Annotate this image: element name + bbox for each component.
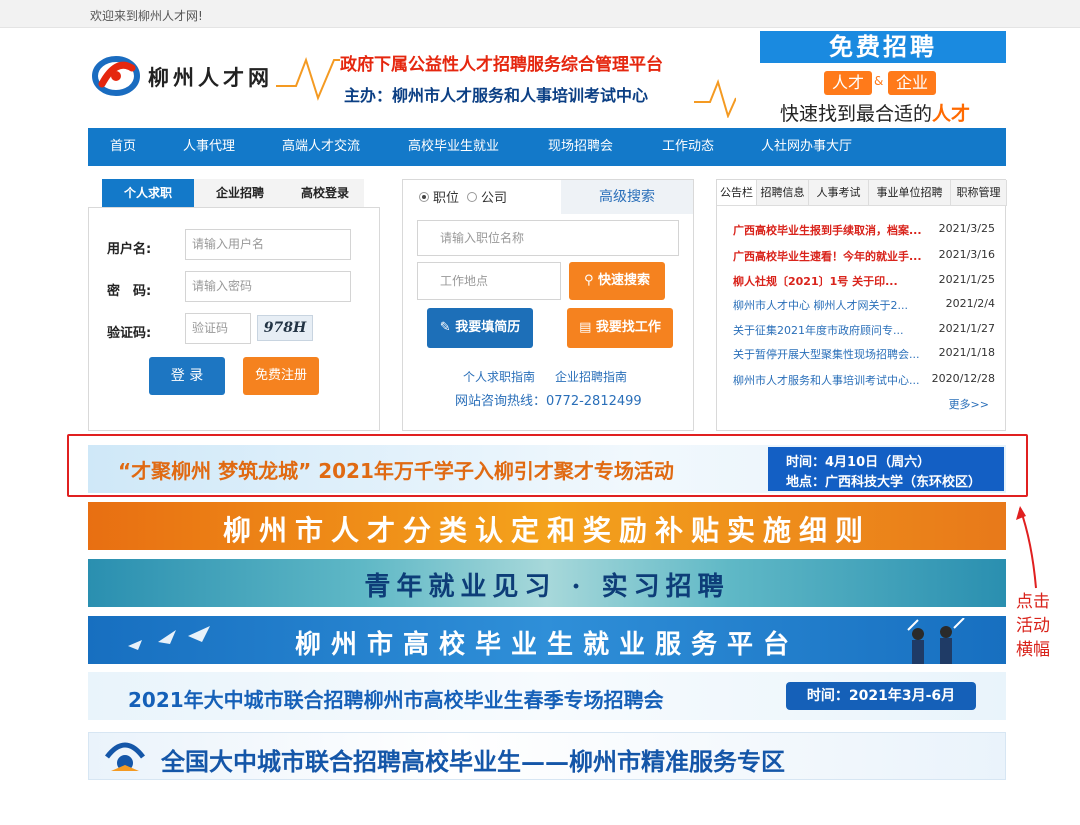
annotation-arrow-icon: [1016, 506, 1037, 589]
banner-talent-subsidy[interactable]: 柳州市人才分类认定和奖励补贴实施细则: [88, 502, 1006, 550]
tab-personal[interactable]: 个人求职: [102, 179, 194, 207]
radio-job[interactable]: [419, 192, 429, 202]
captcha-input[interactable]: 验证码: [185, 313, 251, 344]
nav-item-hr-agency[interactable]: 人事代理: [183, 128, 235, 166]
more-link[interactable]: 更多>>: [949, 396, 989, 412]
banner-activity-info: 时间：4月10日（周六） 地点：广西科技大学（东环校区）: [768, 447, 1004, 491]
site-logo[interactable]: 柳州人才网: [92, 52, 282, 102]
document-icon: ▤: [579, 320, 592, 335]
free-hiring-promo[interactable]: 免费招聘 人才 & 企业 快速找到最合适的人才: [760, 31, 1006, 127]
banner-spring-job-fair[interactable]: 2021年大中城市联合招聘柳州市高校毕业生春季专场招聘会 时间：2021年3月-…: [88, 672, 1006, 720]
nav-item-home[interactable]: 首页: [110, 128, 136, 166]
promo-company-pill: 企业: [888, 71, 937, 95]
hotline-text: 网站咨询热线：0772-2812499: [455, 394, 642, 409]
personal-guide-link[interactable]: 个人求职指南: [463, 368, 535, 385]
promo-tagline: 快速找到最合适的人才: [780, 103, 971, 125]
tab-job-info[interactable]: 招聘信息: [757, 180, 809, 206]
promo-amp: &: [874, 74, 884, 88]
location-input[interactable]: 工作地点: [417, 262, 561, 300]
list-item[interactable]: 柳州市人才中心 柳州人才网关于2... 2021/2/4: [733, 297, 995, 313]
login-panel: 个人求职 企业招聘 高校登录 用户名: 请输入用户名 密 码: 请输入密码 验证…: [88, 179, 380, 431]
tab-title-management[interactable]: 职称管理: [951, 180, 1007, 206]
slogan-main: 政府下属公益性人才招聘服务综合管理平台: [340, 55, 663, 75]
banner-activity[interactable]: “才聚柳州 梦筑龙城” 2021年万千学子入柳引才聚才专场活动 时间：4月10日…: [88, 445, 1006, 493]
tab-notice[interactable]: 公告栏: [717, 180, 757, 206]
top-bar: 欢迎来到柳州人才网!: [0, 0, 1080, 28]
find-job-button[interactable]: ▤ 我要找工作: [567, 308, 673, 348]
nav-item-talent-exchange[interactable]: 高端人才交流: [282, 128, 360, 166]
password-input[interactable]: 请输入密码: [185, 271, 351, 302]
nav-item-graduate-employment[interactable]: 高校毕业生就业: [408, 128, 499, 166]
list-item[interactable]: 广西高校毕业生速看！今年的就业手... 2021/3/16: [733, 248, 995, 264]
banner-precision-service[interactable]: 全国大中城市联合招聘高校毕业生——柳州市精准服务专区: [88, 732, 1006, 780]
annotation-text: 点击活动横幅: [1016, 592, 1050, 660]
tab-university[interactable]: 高校登录: [286, 179, 364, 207]
tab-hr-exam[interactable]: 人事考试: [809, 180, 869, 206]
fill-resume-button[interactable]: ✎ 我要填简历: [427, 308, 533, 348]
list-item[interactable]: 广西高校毕业生报到手续取消，档案... 2021/3/25: [733, 222, 995, 238]
job-search-panel: 职位 公司 高级搜索 请输入职位名称 工作地点 ⚲ 快速搜索 ✎ 我要填简历 ▤…: [402, 179, 694, 431]
username-label: 用户名:: [107, 242, 152, 257]
list-item[interactable]: 柳州市人才服务和人事培训考试中心... 2020/12/28: [733, 372, 995, 388]
username-input[interactable]: 请输入用户名: [185, 229, 351, 260]
nav-item-news[interactable]: 工作动态: [662, 128, 714, 166]
nav-item-job-fair[interactable]: 现场招聘会: [548, 128, 613, 166]
pencil-icon: ✎: [439, 320, 451, 335]
welcome-text: 欢迎来到柳州人才网!: [90, 9, 203, 23]
captcha-label: 验证码:: [107, 326, 152, 341]
company-guide-link[interactable]: 企业招聘指南: [555, 368, 627, 385]
slogan-host: 主办：柳州市人才服务和人事培训考试中心: [344, 86, 649, 105]
advanced-search-link[interactable]: 高级搜索: [561, 180, 693, 214]
promo-title: 免费招聘: [760, 31, 1006, 63]
logo-mark-icon: [92, 56, 140, 96]
tab-public-institution[interactable]: 事业单位招聘: [869, 180, 951, 206]
radio-company-label: 公司: [481, 191, 508, 206]
notice-board: 公告栏 招聘信息 人事考试 事业单位招聘 职称管理 广西高校毕业生报到手续取消，…: [716, 179, 1007, 431]
main-nav: 首页 人事代理 高端人才交流 高校毕业生就业 现场招聘会 工作动态 人社网办事大…: [88, 128, 1006, 166]
banner-youth-internship[interactable]: 青年就业见习 · 实习招聘: [88, 559, 1006, 607]
radio-company[interactable]: [467, 192, 477, 202]
list-item[interactable]: 关于征集2021年度市政府顾问专... 2021/1/27: [733, 322, 995, 338]
radio-job-label: 职位: [433, 191, 460, 206]
promo-talent-pill: 人才: [824, 71, 873, 95]
tab-company[interactable]: 企业招聘: [194, 179, 286, 207]
logo-text: 柳州人才网: [148, 65, 273, 90]
register-button[interactable]: 免费注册: [243, 357, 319, 395]
list-item[interactable]: 关于暂停开展大型聚集性现场招聘会... 2021/1/18: [733, 346, 995, 362]
graduates-icon: [907, 618, 965, 664]
quick-search-button[interactable]: ⚲ 快速搜索: [569, 262, 665, 300]
nav-item-online-service[interactable]: 人社网办事大厅: [761, 128, 852, 166]
login-form: 用户名: 请输入用户名 密 码: 请输入密码 验证码: 验证码 978H 登 录…: [88, 207, 380, 431]
list-item[interactable]: 柳人社规〔2021〕1号 关于印... 2021/1/25: [733, 273, 995, 289]
search-icon: ⚲: [583, 273, 594, 288]
captcha-image[interactable]: 978H: [257, 315, 313, 341]
login-button[interactable]: 登 录: [149, 357, 225, 395]
banner-graduate-platform[interactable]: 柳州市高校毕业生就业服务平台: [88, 616, 1006, 664]
password-label: 密 码:: [107, 284, 152, 299]
banner-activity-title: “才聚柳州 梦筑龙城” 2021年万千学子入柳引才聚才专场活动: [118, 459, 674, 483]
job-keyword-input[interactable]: 请输入职位名称: [417, 220, 679, 256]
service-mascot-icon: [105, 742, 145, 771]
